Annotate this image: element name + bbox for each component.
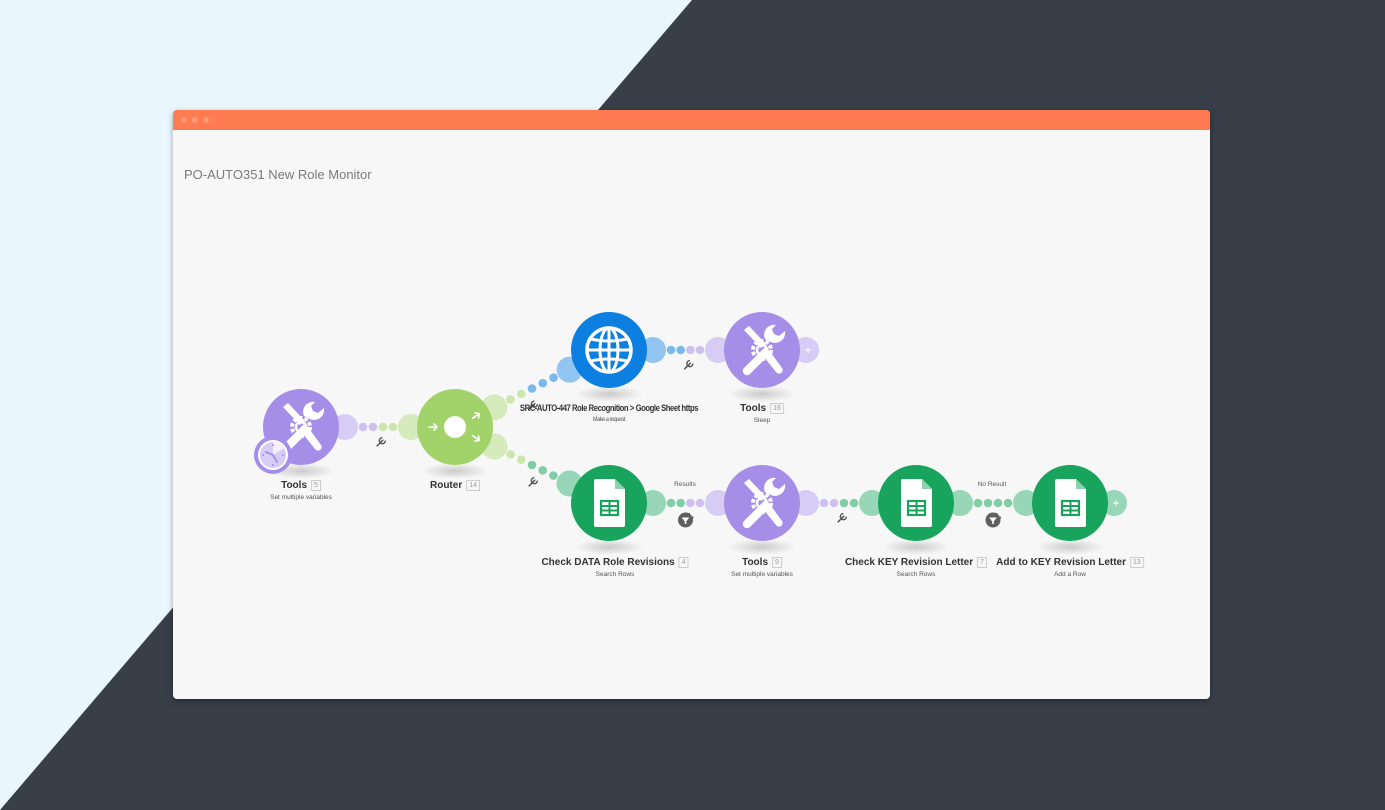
module-name: Tools [281, 480, 308, 492]
route-dot [695, 345, 705, 355]
module-name: Router [429, 480, 463, 492]
sheets-icon [1053, 477, 1088, 529]
module-action: Make a request [592, 416, 626, 423]
module-action: Search Rows [896, 571, 936, 579]
module-name: SRC-AUTO-447 Role Recognition > Google S… [519, 403, 699, 413]
module-id-badge: 14 [466, 480, 481, 491]
module-action: Set multiple variables [270, 494, 332, 502]
module-action: Search Rows [595, 571, 635, 579]
module-shadow [728, 539, 796, 555]
route-dot [378, 422, 388, 432]
module-name: Check KEY Revision Letter [844, 557, 974, 569]
module-label-tools-5[interactable]: Tools 5 Set multiple variables [270, 480, 332, 501]
module-id-badge: 5 [311, 480, 321, 491]
module-name: Tools [742, 557, 769, 569]
app-window: PO-AUTO351 New Role Monitor Tools 5 Set … [173, 110, 1210, 699]
module-name: Check DATA Role Revisions [541, 557, 675, 569]
module-google-sheets-4[interactable] [571, 465, 647, 555]
route-dot [538, 465, 548, 475]
module-label-tools-16[interactable]: Tools 16 Sleep [740, 403, 784, 424]
route-dot [819, 498, 829, 508]
route-label-no-result: No Result [977, 481, 1007, 488]
route-dot [666, 498, 676, 508]
schedule-clock-icon[interactable] [254, 436, 292, 474]
route-label-results: Results [674, 481, 696, 488]
route-dot [516, 389, 526, 399]
globe-icon [585, 326, 633, 374]
module-shadow [575, 539, 643, 555]
route-dot [527, 384, 537, 393]
route-dot [549, 373, 558, 383]
module-label-router-14[interactable]: Router 14 [429, 480, 481, 492]
route-settings-wrench-icon[interactable] [836, 512, 848, 524]
route-dot [368, 422, 378, 432]
route-dot [676, 345, 685, 355]
route-filter-icon[interactable] [985, 512, 1001, 528]
route-dot [388, 422, 398, 432]
route-dot [676, 498, 685, 508]
route-dot [993, 498, 1003, 508]
sheets-icon [899, 477, 934, 529]
module-action: Set multiple variables [731, 571, 793, 579]
route-dot [983, 498, 993, 508]
module-label-sheets-7[interactable]: Check KEY Revision Letter 7 Search Rows [844, 557, 988, 579]
route-dot [973, 498, 983, 508]
module-id-badge: 4 [678, 557, 689, 568]
route-dot [1003, 498, 1013, 508]
module-label-sheets-4[interactable]: Check DATA Role Revisions 4 Search Rows [541, 557, 689, 579]
route-dot [527, 460, 537, 470]
route-dot [666, 345, 676, 355]
module-shadow [882, 539, 950, 555]
module-label-tools-9[interactable]: Tools 9 Set multiple variables [731, 557, 793, 578]
route-dot [516, 455, 526, 465]
module-action: Sleep [753, 417, 771, 425]
module-shadow [1036, 539, 1104, 555]
route-dot [839, 498, 849, 508]
sheets-icon [592, 477, 627, 529]
route-settings-wrench-icon[interactable] [683, 359, 694, 371]
route-dot [506, 394, 515, 404]
module-shadow [728, 386, 796, 402]
module-tools-9[interactable] [724, 465, 800, 555]
module-google-sheets-13[interactable] [1032, 465, 1108, 555]
route-dot [849, 498, 859, 508]
module-router-14[interactable] [417, 389, 493, 479]
module-shadow [421, 463, 489, 479]
module-name: Add to KEY Revision Letter [996, 557, 1127, 569]
module-shadow [575, 386, 643, 402]
module-label-http[interactable]: SRC-AUTO-447 Role Recognition > Google S… [519, 403, 699, 423]
route-dot [549, 471, 558, 480]
route-filter-icon[interactable] [678, 512, 693, 528]
module-id-badge: 7 [977, 557, 988, 568]
module-id-badge: 9 [772, 557, 782, 568]
module-id-badge: 16 [770, 403, 784, 414]
route-dot [829, 498, 839, 508]
module-google-sheets-7[interactable] [878, 465, 954, 555]
module-tools-16[interactable] [724, 312, 800, 402]
module-action: Add a Row [1054, 571, 1086, 579]
route-settings-wrench-icon[interactable] [375, 436, 387, 448]
module-tools-5[interactable] [254, 389, 339, 479]
module-http[interactable] [571, 312, 647, 402]
module-name: Tools [740, 403, 767, 415]
route-dot [686, 345, 695, 355]
route-dot [358, 422, 368, 432]
route-dot [538, 378, 548, 388]
route-dot [686, 498, 695, 508]
module-id-badge: 13 [1130, 557, 1144, 568]
route-dot [506, 450, 515, 459]
route-dot [695, 498, 705, 508]
route-settings-wrench-icon[interactable] [527, 476, 539, 488]
module-label-sheets-13[interactable]: Add to KEY Revision Letter 13 Add a Row [996, 557, 1144, 578]
